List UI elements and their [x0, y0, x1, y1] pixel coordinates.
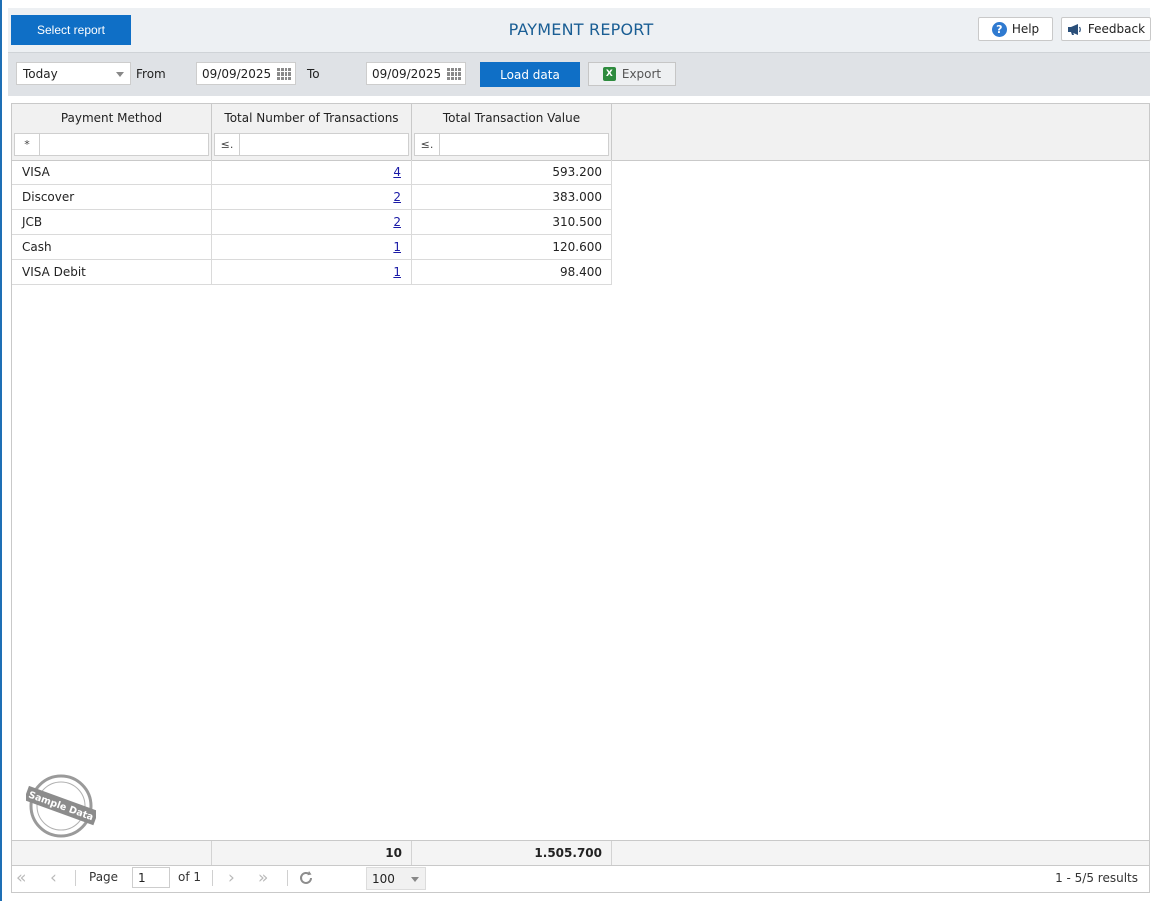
- payment-method-cell: Discover: [12, 185, 212, 209]
- pager-divider: [212, 870, 213, 886]
- transaction-value-filter-input[interactable]: [440, 134, 608, 155]
- table-row[interactable]: JCB 2 310.500: [12, 210, 612, 235]
- calendar-icon[interactable]: [447, 68, 461, 80]
- page-count-label: of 1: [178, 870, 202, 884]
- first-page-icon[interactable]: «: [16, 868, 26, 888]
- period-value: Today: [23, 66, 58, 81]
- export-button[interactable]: X Export: [588, 62, 676, 86]
- payment-method-filter: *: [14, 133, 209, 156]
- transaction-count-cell: 1: [212, 235, 412, 259]
- transaction-value-filter: ≤.: [414, 133, 609, 156]
- refresh-icon[interactable]: [297, 869, 315, 890]
- column-header-transaction-count[interactable]: Total Number of Transactions ≤.: [212, 104, 412, 160]
- table-row[interactable]: VISA Debit 1 98.400: [12, 260, 612, 285]
- column-title: Total Transaction Value: [442, 111, 581, 125]
- transaction-count-filter-input[interactable]: [240, 134, 408, 155]
- page-size-value: 100: [372, 871, 395, 886]
- help-button[interactable]: ? Help: [978, 17, 1053, 41]
- transaction-value-cell: 98.400: [412, 260, 612, 284]
- report-header: Select report PAYMENT REPORT ? Help Feed…: [8, 8, 1151, 52]
- totals-label-cell: [12, 841, 212, 865]
- table-row[interactable]: Discover 2 383.000: [12, 185, 612, 210]
- totals-row: 10 1.505.700: [12, 840, 1149, 866]
- results-summary: 1 - 5/5 results: [1055, 871, 1138, 885]
- payment-method-cell: JCB: [12, 210, 212, 234]
- next-page-icon[interactable]: ›: [228, 868, 235, 888]
- chevron-down-icon: [411, 877, 419, 882]
- last-page-icon[interactable]: »: [258, 868, 268, 888]
- transaction-count-cell: 2: [212, 210, 412, 234]
- column-title: Total Number of Transactions: [224, 111, 399, 125]
- help-label: Help: [1011, 22, 1040, 36]
- help-icon: ?: [991, 21, 1007, 37]
- pager-divider: [75, 870, 76, 886]
- filter-toolbar: Today From 09/09/2025 To 09/09/2025 Load…: [8, 52, 1150, 96]
- page-size-dropdown[interactable]: 100: [366, 867, 426, 890]
- export-label: Export: [621, 67, 662, 81]
- transaction-value-cell: 310.500: [412, 210, 612, 234]
- page-number-input[interactable]: 1: [132, 867, 170, 888]
- page-title: PAYMENT REPORT: [508, 20, 654, 39]
- from-date-input[interactable]: 09/09/2025: [196, 62, 296, 85]
- to-date-value: 09/09/2025: [372, 66, 442, 81]
- transaction-count-cell: 1: [212, 260, 412, 284]
- table-row[interactable]: Cash 1 120.600: [12, 235, 612, 260]
- payment-method-cell: Cash: [12, 235, 212, 259]
- to-date-input[interactable]: 09/09/2025: [366, 62, 466, 85]
- payment-method-cell: VISA: [12, 160, 212, 184]
- pager: « ‹ Page 1 of 1 › » 100 1 - 5/5 results: [12, 866, 1149, 892]
- transaction-count-link[interactable]: 4: [393, 165, 401, 179]
- column-header-transaction-value[interactable]: Total Transaction Value ≤.: [412, 104, 612, 160]
- calendar-icon[interactable]: [277, 68, 291, 80]
- total-transaction-count: 10: [212, 841, 412, 865]
- transaction-count-cell: 2: [212, 185, 412, 209]
- feedback-label: Feedback: [1087, 22, 1146, 36]
- period-dropdown[interactable]: Today: [16, 62, 131, 85]
- transaction-value-cell: 120.600: [412, 235, 612, 259]
- transaction-count-filter: ≤.: [214, 133, 409, 156]
- pager-divider: [287, 870, 288, 886]
- transaction-count-link[interactable]: 1: [393, 240, 401, 254]
- transaction-count-link[interactable]: 1: [393, 265, 401, 279]
- transaction-count-link[interactable]: 2: [393, 190, 401, 204]
- transaction-count-link[interactable]: 2: [393, 215, 401, 229]
- column-header-payment-method[interactable]: Payment Method *: [12, 104, 212, 160]
- filter-operator[interactable]: ≤.: [415, 134, 440, 155]
- select-report-button[interactable]: Select report: [11, 15, 131, 45]
- left-edge-strip: [0, 0, 2, 901]
- transaction-count-cell: 4: [212, 160, 412, 184]
- total-transaction-value: 1.505.700: [412, 841, 612, 865]
- chevron-down-icon: [116, 72, 124, 77]
- grid-header: Payment Method * Total Number of Transac…: [12, 104, 1149, 161]
- from-label: From: [136, 67, 166, 81]
- load-data-button[interactable]: Load data: [480, 62, 580, 87]
- to-label: To: [307, 67, 320, 81]
- payment-method-filter-input[interactable]: [40, 134, 208, 155]
- sample-data-watermark: Sample Data: [23, 774, 99, 838]
- report-grid: Payment Method * Total Number of Transac…: [11, 103, 1150, 893]
- transaction-value-cell: 593.200: [412, 160, 612, 184]
- payment-method-cell: VISA Debit: [12, 260, 212, 284]
- feedback-button[interactable]: Feedback: [1061, 17, 1151, 41]
- transaction-value-cell: 383.000: [412, 185, 612, 209]
- excel-icon: X: [602, 67, 616, 81]
- filter-operator[interactable]: *: [15, 134, 40, 155]
- column-title: Payment Method: [60, 111, 163, 125]
- previous-page-icon[interactable]: ‹: [50, 868, 57, 888]
- filter-operator[interactable]: ≤.: [215, 134, 240, 155]
- table-row[interactable]: VISA 4 593.200: [12, 160, 612, 185]
- page-label: Page: [89, 870, 119, 884]
- from-date-value: 09/09/2025: [202, 66, 272, 81]
- megaphone-icon: [1067, 23, 1082, 36]
